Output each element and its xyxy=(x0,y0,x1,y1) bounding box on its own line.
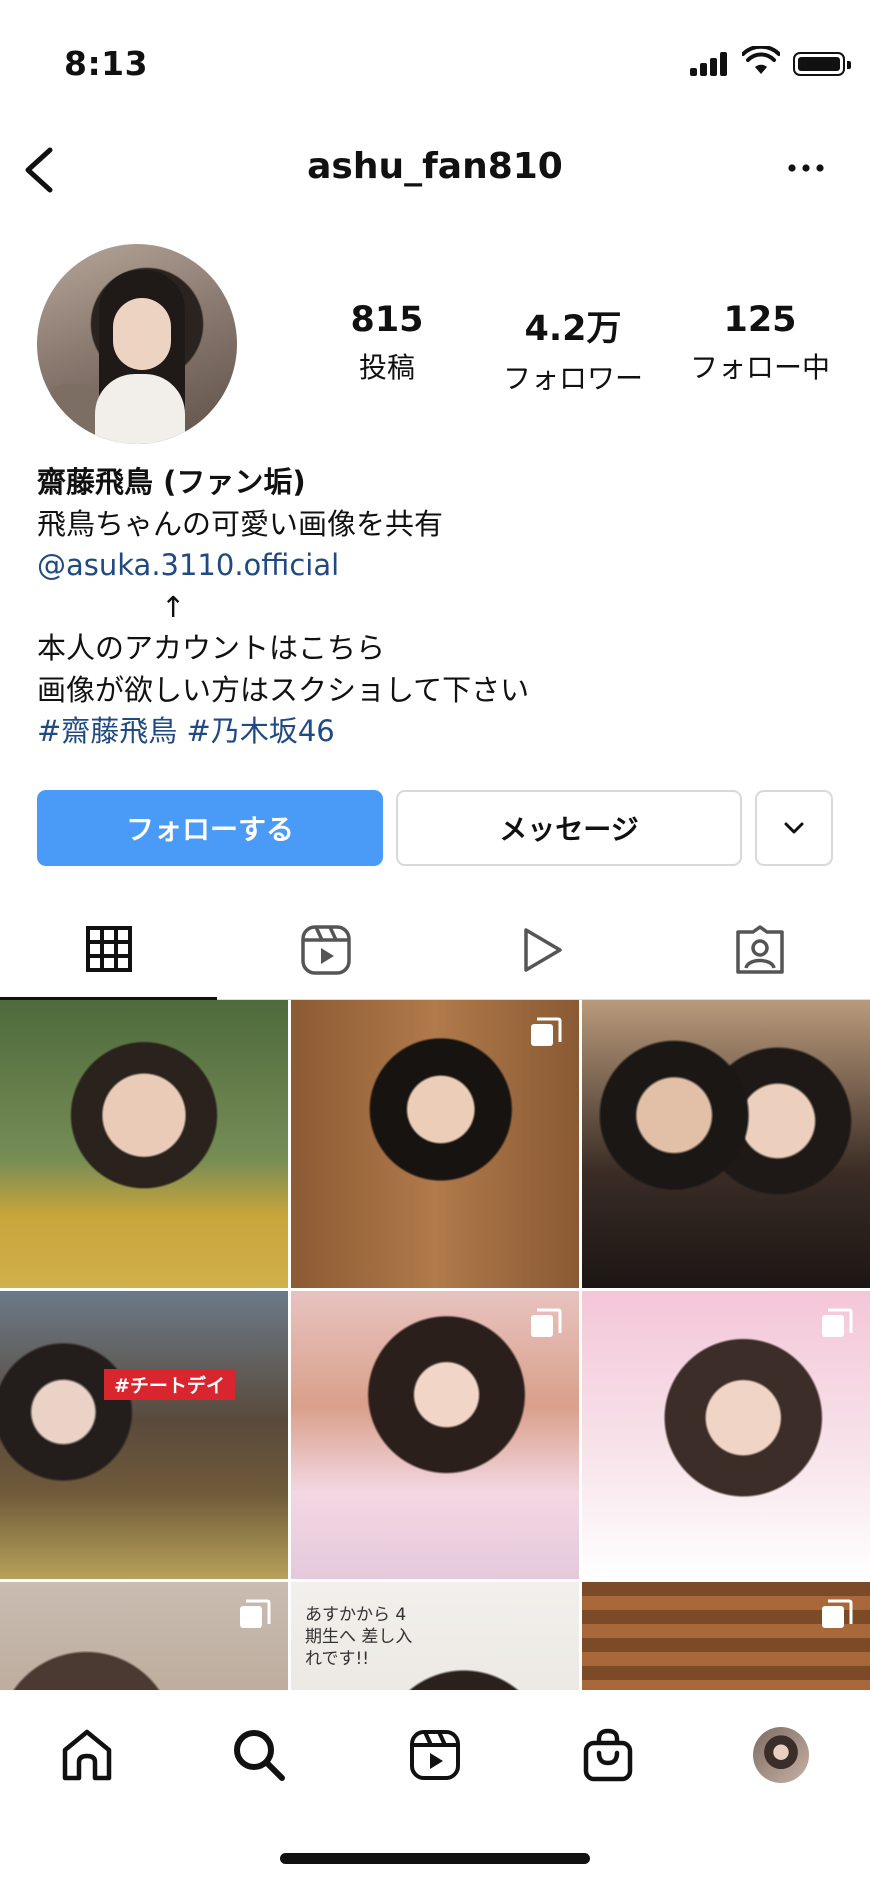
reels-icon xyxy=(300,925,351,975)
reels-icon xyxy=(410,1730,460,1780)
battery-icon xyxy=(793,52,851,76)
following-label: フォロー中 xyxy=(689,351,830,384)
followers-label: フォロワー xyxy=(502,362,643,395)
grid-photo[interactable]: あすかから 4期生へ 差し入れです!! xyxy=(291,1582,579,1690)
nav-home[interactable] xyxy=(52,1720,122,1790)
more-options-icon[interactable] xyxy=(784,148,828,188)
chevron-down-icon xyxy=(784,822,804,834)
profile-tabs xyxy=(0,900,870,1000)
bio-line: 画像が欲しい方はスクショして下さい xyxy=(37,672,530,707)
profile-display-name: 齋藤飛鳥 (ファン垢) xyxy=(37,465,306,499)
shopping-bag-icon xyxy=(583,1728,633,1782)
stat-followers[interactable]: 4.2万 フォロワー xyxy=(488,300,658,397)
tab-tagged[interactable] xyxy=(651,900,868,1000)
tab-reels[interactable] xyxy=(217,900,434,1000)
tab-posts[interactable] xyxy=(0,900,217,1000)
status-time: 8:13 xyxy=(64,44,149,83)
search-icon xyxy=(234,1730,285,1781)
grid-photo[interactable] xyxy=(582,1291,870,1579)
grid-photo[interactable] xyxy=(291,1000,579,1288)
bio-line: 本人のアカウントはこちら xyxy=(37,631,386,665)
nav-profile[interactable] xyxy=(746,1720,816,1790)
multiple-photos-icon xyxy=(822,1308,853,1337)
thumbnail-handwritten-note: あすかから 4期生へ 差し入れです!! xyxy=(305,1605,413,1669)
tagged-person-icon xyxy=(735,925,784,974)
multiple-photos-icon xyxy=(531,1017,562,1046)
profile-avatar[interactable] xyxy=(37,244,237,444)
signal-icon xyxy=(690,52,730,76)
bio-hashtags[interactable]: #齋藤飛鳥 #乃木坂46 xyxy=(37,711,837,753)
bottom-navigation xyxy=(0,1690,870,1884)
grid-photo[interactable] xyxy=(291,1291,579,1579)
tab-videos[interactable] xyxy=(434,900,651,1000)
profile-bio: 齋藤飛鳥 (ファン垢) 飛鳥ちゃんの可愛い画像を共有 @asuka.3110.o… xyxy=(37,462,837,753)
following-count: 125 xyxy=(723,300,797,340)
grid-photo[interactable] xyxy=(0,1582,288,1690)
suggested-accounts-button[interactable] xyxy=(755,790,833,866)
bio-line: 飛鳥ちゃんの可愛い画像を共有 xyxy=(37,506,444,541)
multiple-photos-icon xyxy=(240,1599,271,1628)
play-icon xyxy=(523,928,562,972)
posts-label: 投稿 xyxy=(358,351,415,384)
multiple-photos-icon xyxy=(531,1308,562,1337)
bio-arrow: ↑ xyxy=(161,589,186,624)
home-icon xyxy=(62,1729,112,1781)
message-button[interactable]: メッセージ xyxy=(396,790,742,866)
thumbnail-caption: #チートデイ xyxy=(104,1369,235,1400)
grid-photo[interactable] xyxy=(582,1000,870,1288)
nav-shop[interactable] xyxy=(573,1720,643,1790)
followers-count: 4.2万 xyxy=(524,309,622,349)
posts-count: 815 xyxy=(350,300,424,340)
photo-grid: #チートデイ あすかから 4期生へ 差し入れです!! xyxy=(0,1000,870,1690)
profile-header: ashu_fan810 xyxy=(0,130,870,210)
status-bar: 8:13 xyxy=(0,0,870,120)
profile-username: ashu_fan810 xyxy=(307,146,563,187)
grid-photo[interactable] xyxy=(582,1582,870,1690)
grid-photo[interactable]: #チートデイ xyxy=(0,1291,288,1579)
grid-icon xyxy=(85,925,132,972)
nav-reels[interactable] xyxy=(400,1720,470,1790)
home-indicator[interactable] xyxy=(280,1853,590,1864)
stat-posts: 815 投稿 xyxy=(337,300,437,386)
wifi-icon xyxy=(742,46,780,74)
bio-mention-link[interactable]: @asuka.3110.official xyxy=(37,545,837,587)
stat-following[interactable]: 125 フォロー中 xyxy=(680,300,840,386)
profile-avatar-icon xyxy=(753,1727,809,1783)
follow-button[interactable]: フォローする xyxy=(37,790,383,866)
nav-search[interactable] xyxy=(224,1720,294,1790)
grid-photo[interactable] xyxy=(0,1000,288,1288)
multiple-photos-icon xyxy=(822,1599,853,1628)
